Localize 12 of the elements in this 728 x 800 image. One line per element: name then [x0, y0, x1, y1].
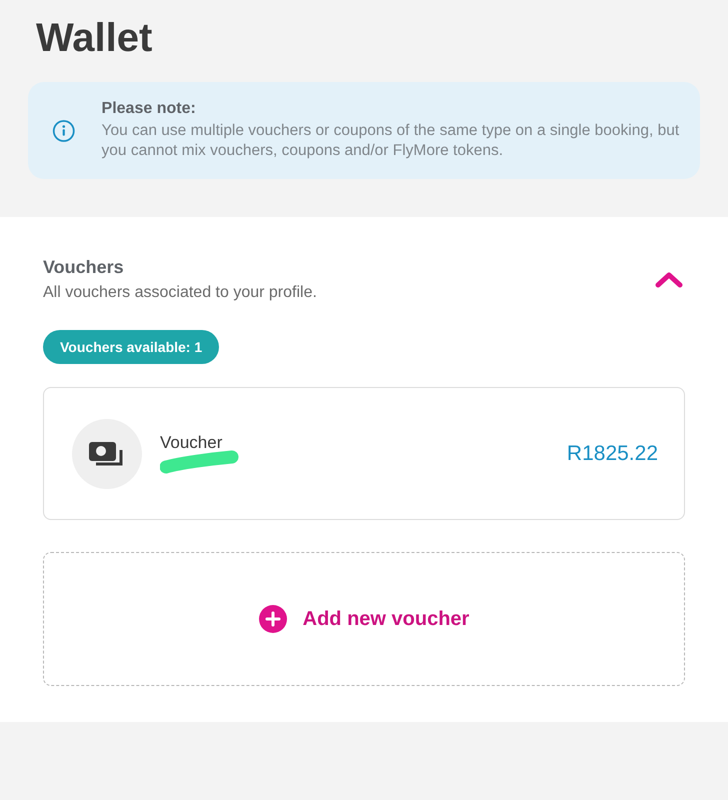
- section-subtitle: All vouchers associated to your profile.: [43, 284, 317, 302]
- voucher-amount: R1825.22: [566, 442, 658, 466]
- add-voucher-button[interactable]: Add new voucher: [43, 552, 685, 686]
- plus-icon: [258, 605, 287, 633]
- page-title: Wallet: [36, 15, 154, 62]
- add-voucher-label: Add new voucher: [302, 608, 470, 630]
- section-title: Vouchers: [43, 257, 125, 278]
- count-badge: Vouchers available: 1: [43, 330, 220, 364]
- voucher-name: Voucher: [160, 432, 224, 452]
- notice-text: You can use multiple vouchers or coupons of the same type on a single booking, but you cannot mix vouchers, coupons and/or FlyMore tokens.: [102, 121, 680, 161]
- notice-heading: Please note:: [102, 100, 197, 118]
- voucher-card[interactable]: Voucher R1825.22: [43, 387, 685, 520]
